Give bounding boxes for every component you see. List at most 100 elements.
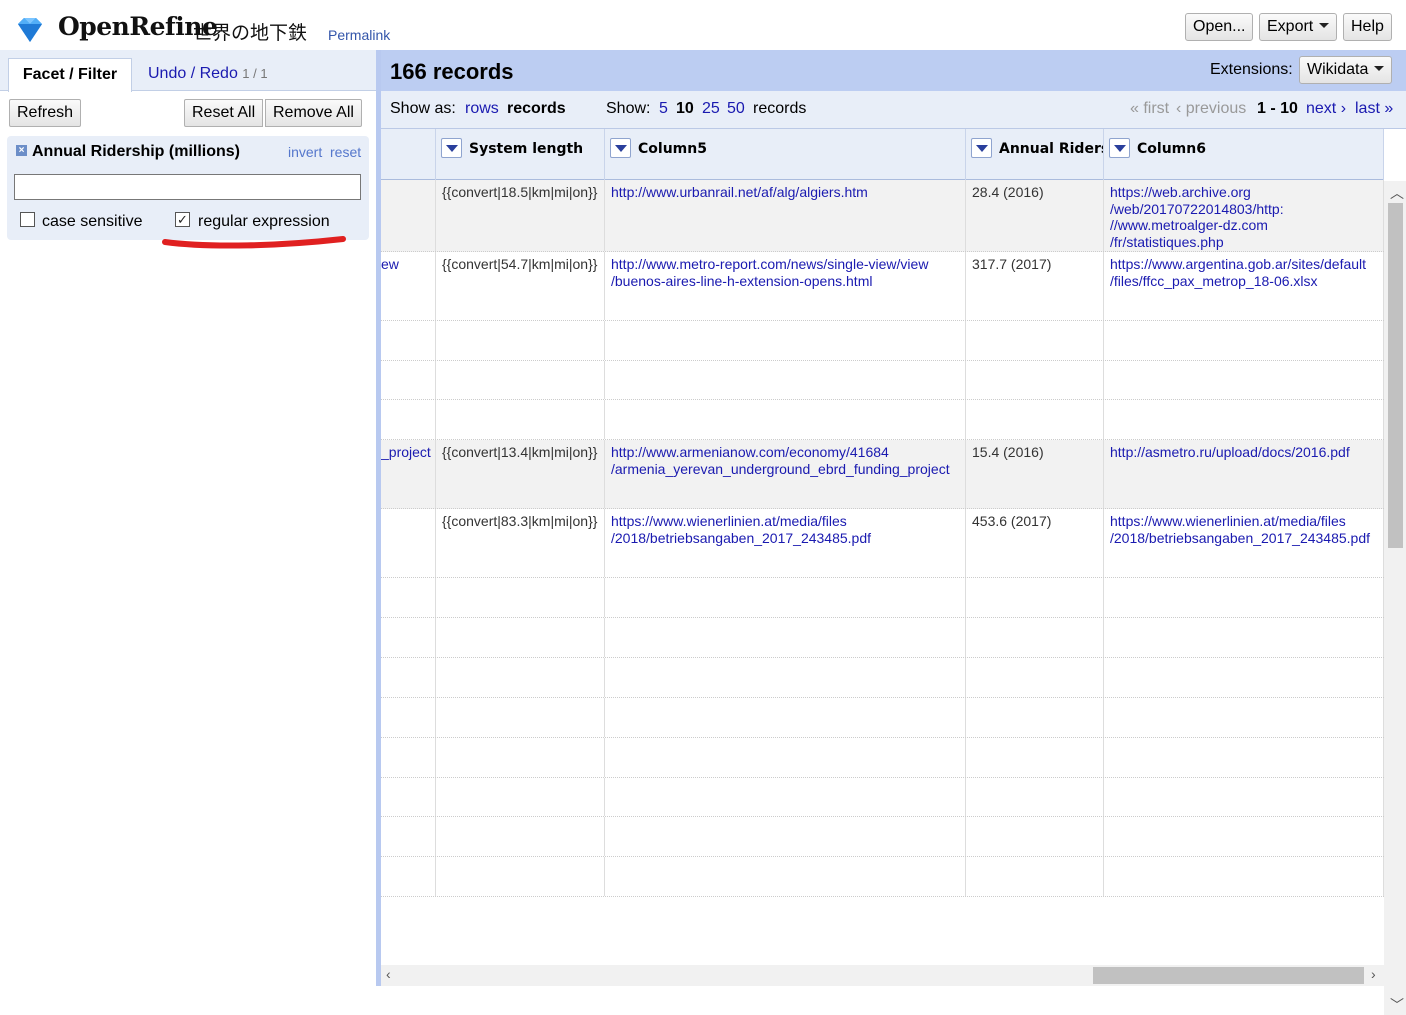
table-cell[interactable]: {{convert|83.3|km|mi|on}}	[436, 509, 605, 577]
table-cell[interactable]	[381, 180, 436, 251]
table-cell[interactable]	[966, 361, 1104, 399]
scroll-up-icon[interactable]: ︿	[1390, 183, 1404, 203]
facet-text-input[interactable]	[14, 174, 361, 200]
table-cell[interactable]	[605, 738, 966, 777]
table-cell[interactable]	[605, 778, 966, 816]
cell-link[interactable]: /buenos-aires-line-h-extension-opens.htm…	[611, 273, 959, 290]
last-page-link[interactable]: last »	[1355, 100, 1393, 118]
table-cell[interactable]	[1104, 578, 1384, 617]
cell-link[interactable]: http://www.metro-report.com/news/single-…	[611, 256, 959, 273]
column-menu-dropdown-icon[interactable]	[971, 138, 992, 158]
column-header-column6[interactable]: Column6	[1104, 129, 1384, 180]
table-cell[interactable]: 453.6 (2017)	[966, 509, 1104, 577]
permalink-link[interactable]: Permalink	[328, 27, 390, 43]
table-cell[interactable]	[1104, 400, 1384, 439]
table-cell[interactable]	[1104, 361, 1384, 399]
table-cell[interactable]	[966, 857, 1104, 896]
export-button[interactable]: Export	[1259, 13, 1338, 41]
cell-link[interactable]: /files/ffcc_pax_metrop_18-06.xlsx	[1110, 273, 1377, 290]
table-cell[interactable]: {{convert|18.5|km|mi|on}}	[436, 180, 605, 251]
refresh-button[interactable]: Refresh	[9, 99, 82, 127]
table-cell[interactable]: https://www.wienerlinien.at/media/files /…	[1104, 509, 1384, 577]
next-page-link[interactable]: next ›	[1306, 100, 1346, 118]
tab-undo-redo[interactable]: Undo / Redo 1 / 1	[148, 65, 268, 83]
table-cell[interactable]: http://www.armenianow.com/economy/41684/…	[605, 440, 966, 508]
table-cell[interactable]: 317.7 (2017)	[966, 252, 1104, 320]
table-cell[interactable]	[1104, 817, 1384, 856]
table-cell[interactable]	[1104, 738, 1384, 777]
cell-link[interactable]: /fr/statistiques.php	[1110, 234, 1377, 251]
vertical-scroll-thumb[interactable]	[1388, 203, 1403, 548]
show-as-rows-link[interactable]: rows	[465, 100, 499, 118]
page-size-50[interactable]: 50	[727, 100, 745, 118]
scroll-right-icon[interactable]: ›	[1371, 966, 1376, 982]
table-cell[interactable]: {{convert|13.4|km|mi|on}}	[436, 440, 605, 508]
cell-link[interactable]: https://www.wienerlinien.at/media/files	[611, 513, 959, 530]
table-cell[interactable]	[605, 817, 966, 856]
case-sensitive-checkbox[interactable]	[20, 212, 35, 227]
cell-link[interactable]: /2018/betriebsangaben_2017_243485.pdf	[1110, 530, 1377, 547]
table-cell[interactable]	[436, 578, 605, 617]
table-cell[interactable]	[381, 618, 436, 657]
cell-link[interactable]: http://www.urbanrail.net/af/alg/algiers.…	[611, 184, 959, 201]
table-cell[interactable]: http://www.urbanrail.net/af/alg/algiers.…	[605, 180, 966, 251]
table-cell[interactable]	[436, 857, 605, 896]
table-cell[interactable]	[1104, 857, 1384, 896]
table-cell[interactable]	[381, 857, 436, 896]
cell-link[interactable]: /2018/betriebsangaben_2017_243485.pdf	[611, 530, 959, 547]
table-cell[interactable]	[966, 817, 1104, 856]
table-cell[interactable]	[605, 698, 966, 737]
cell-link[interactable]: https://www.argentina.gob.ar/sites/defau…	[1110, 256, 1377, 273]
table-cell[interactable]	[966, 578, 1104, 617]
column-menu-dropdown-icon[interactable]	[1109, 138, 1130, 158]
table-cell[interactable]	[436, 738, 605, 777]
table-cell[interactable]: https://web.archive.org/web/201707220148…	[1104, 180, 1384, 251]
table-cell[interactable]	[436, 618, 605, 657]
table-cell[interactable]	[436, 321, 605, 360]
table-cell[interactable]	[436, 658, 605, 697]
scroll-left-icon[interactable]: ‹	[386, 966, 391, 982]
reset-all-button[interactable]: Reset All	[184, 99, 264, 127]
table-cell[interactable]	[605, 361, 966, 399]
table-cell[interactable]: ew	[381, 252, 436, 320]
cell-link[interactable]: /web/20170722014803/http:	[1110, 201, 1377, 218]
table-cell[interactable]	[605, 578, 966, 617]
table-cell[interactable]	[436, 698, 605, 737]
cell-link[interactable]: http://asmetro.ru/upload/docs/2016.pdf	[1110, 444, 1377, 461]
scroll-down-icon[interactable]: ﹀	[1390, 995, 1404, 1015]
cell-link[interactable]: http://www.armenianow.com/economy/41684	[611, 444, 959, 461]
close-icon[interactable]: ×	[16, 145, 27, 156]
column-header-annual-ridership[interactable]: Annual Ridersh	[966, 129, 1104, 180]
cell-link[interactable]: _project	[381, 444, 431, 461]
table-cell[interactable]: {{convert|54.7|km|mi|on}}	[436, 252, 605, 320]
table-cell[interactable]	[436, 817, 605, 856]
table-cell[interactable]: http://www.metro-report.com/news/single-…	[605, 252, 966, 320]
project-name[interactable]: 世界の地下鉄	[193, 18, 307, 45]
table-cell[interactable]	[381, 400, 436, 439]
column-header-column5[interactable]: Column5	[605, 129, 966, 180]
table-cell[interactable]	[966, 698, 1104, 737]
column-header-system-length[interactable]: System length	[436, 129, 605, 180]
table-cell[interactable]	[966, 400, 1104, 439]
table-cell[interactable]	[966, 618, 1104, 657]
table-cell[interactable]	[436, 361, 605, 399]
cell-link[interactable]: /armenia_yerevan_underground_ebrd_fundin…	[611, 461, 959, 478]
table-cell[interactable]	[605, 857, 966, 896]
remove-all-button[interactable]: Remove All	[265, 99, 362, 127]
table-cell[interactable]	[381, 658, 436, 697]
vertical-scrollbar[interactable]: ︿ ﹀	[1384, 181, 1406, 1015]
horizontal-scrollbar[interactable]: ‹ ›	[381, 965, 1384, 986]
table-cell[interactable]: 15.4 (2016)	[966, 440, 1104, 508]
table-cell[interactable]	[381, 321, 436, 360]
table-cell[interactable]	[966, 778, 1104, 816]
table-cell[interactable]	[1104, 658, 1384, 697]
cell-link[interactable]: //www.metroalger-dz.com	[1110, 217, 1377, 234]
tab-facet-filter[interactable]: Facet / Filter	[8, 58, 132, 92]
openrefine-diamond-icon[interactable]	[14, 16, 46, 44]
table-cell[interactable]	[1104, 618, 1384, 657]
table-cell[interactable]	[966, 738, 1104, 777]
table-cell[interactable]	[605, 618, 966, 657]
table-cell[interactable]	[381, 509, 436, 577]
open-button[interactable]: Open...	[1185, 13, 1254, 41]
facet-invert-link[interactable]: invert	[288, 144, 322, 160]
